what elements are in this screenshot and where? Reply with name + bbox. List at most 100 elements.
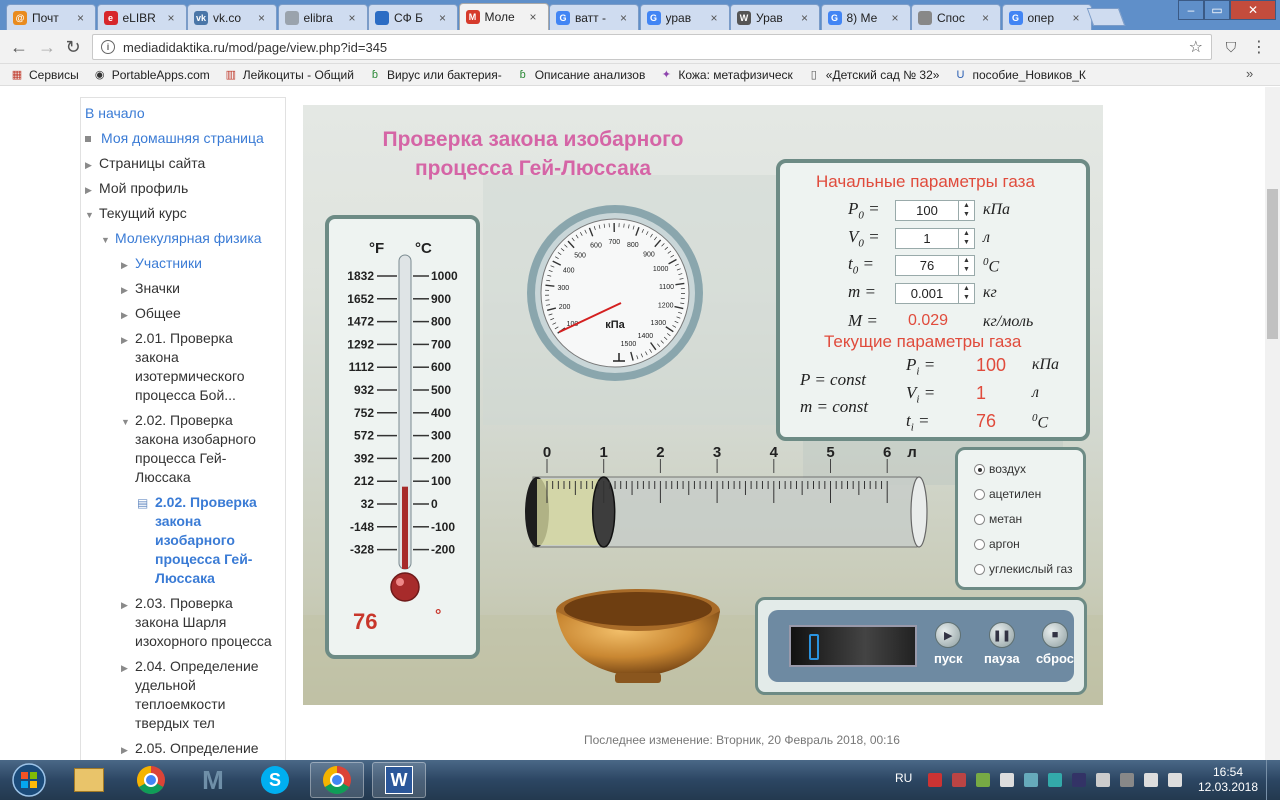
close-tab-icon[interactable]: ×	[711, 11, 723, 25]
new-tab-button[interactable]	[1086, 8, 1126, 26]
tray-icon-6[interactable]	[1048, 773, 1062, 787]
skype-taskbar-button[interactable]: S	[248, 762, 302, 798]
close-tab-icon[interactable]: ×	[77, 11, 89, 25]
volume-icon[interactable]	[1168, 773, 1182, 787]
tray-icon-5[interactable]	[1024, 773, 1038, 787]
minimize-button[interactable]: –	[1178, 0, 1204, 20]
spinner-up-icon[interactable]: ▲	[959, 284, 974, 293]
close-tab-icon[interactable]: ×	[801, 11, 813, 25]
expand-arrow-icon[interactable]: ▶	[121, 281, 135, 300]
site-info-icon[interactable]: i	[101, 40, 115, 54]
system-clock[interactable]: 16:54 12.03.2018	[1196, 765, 1260, 795]
collapse-arrow-icon[interactable]: ▼	[121, 413, 135, 432]
maxthon-taskbar-button[interactable]: M	[186, 762, 240, 798]
пуск-button[interactable]: ▶ пуск	[934, 622, 963, 666]
пауза-button[interactable]: ❚❚ пауза	[984, 622, 1020, 666]
spinner-down-icon[interactable]: ▼	[959, 238, 974, 247]
explorer-taskbar-button[interactable]	[62, 762, 116, 798]
collapse-arrow-icon[interactable]: ▼	[85, 206, 99, 225]
sidebar-item[interactable]: ▶ 2.03. Проверка закона Шарля изохорного пр…	[121, 594, 272, 651]
spinner-down-icon[interactable]: ▼	[959, 293, 974, 302]
address-bar[interactable]: i mediadidaktika.ru/mod/page/view.php?id…	[92, 34, 1212, 60]
show-desktop-button[interactable]	[1266, 760, 1280, 800]
start-button[interactable]	[2, 762, 56, 798]
radio-button[interactable]	[974, 538, 985, 550]
spinner-up-icon[interactable]: ▲	[959, 229, 974, 238]
spinner-arrows[interactable]: ▲ ▼	[958, 283, 974, 303]
sidebar-item[interactable]: ▼ 2.02. Проверка закона изобарного процесса…	[121, 411, 256, 487]
spinner-value[interactable]: 1	[896, 229, 958, 248]
bookmark-item[interactable]: ◉ PortableApps.com	[93, 68, 210, 82]
sidebar-item[interactable]: ▶ 2.05. Определение	[121, 739, 259, 760]
back-icon[interactable]: ←	[8, 36, 30, 58]
close-tab-icon[interactable]: ×	[168, 11, 180, 25]
gas-radio-option[interactable]: углекислый газ	[974, 562, 1073, 576]
gas-radio-option[interactable]: воздух	[974, 462, 1026, 476]
reload-icon[interactable]: ↻	[62, 36, 84, 58]
expand-arrow-icon[interactable]: ▶	[85, 181, 99, 200]
close-tab-icon[interactable]: ×	[982, 11, 994, 25]
spinner-arrows[interactable]: ▲ ▼	[958, 256, 974, 275]
gas-radio-option[interactable]: аргон	[974, 537, 1020, 551]
browser-tab[interactable]: М Моле ×	[458, 3, 549, 30]
сброс-button[interactable]: ■ сброс	[1036, 622, 1074, 666]
url-text[interactable]: mediadidaktika.ru/mod/page/view.php?id=3…	[123, 40, 1189, 55]
tray-icon-2[interactable]	[952, 773, 966, 787]
forward-icon[interactable]: →	[36, 36, 58, 58]
sidebar-item[interactable]: ▶ 2.04. Определение удельной теплоемкости тв…	[121, 657, 259, 733]
bookmark-item[interactable]: ɓ Описание анализов	[516, 68, 646, 82]
expand-arrow-icon[interactable]: ▶	[121, 659, 135, 678]
close-tab-icon[interactable]: ×	[349, 11, 361, 25]
tray-icon-3[interactable]	[976, 773, 990, 787]
browser-tab[interactable]: vk vk.co ×	[187, 4, 277, 30]
close-tab-icon[interactable]: ×	[620, 11, 632, 25]
browser-tab[interactable]: СФ Б ×	[368, 4, 458, 30]
tray-icon-1[interactable]	[928, 773, 942, 787]
bookmark-item[interactable]: ▥ Лейкоциты - Общий	[224, 68, 354, 82]
initial-param-spinner[interactable]: 0.001 ▲ ▼	[895, 282, 975, 304]
sidebar-item[interactable]: ▶ Мой профиль	[85, 179, 188, 200]
collapse-arrow-icon[interactable]: ▼	[101, 231, 115, 250]
sidebar-item[interactable]: ▶ Участники	[121, 254, 202, 275]
spinner-arrows[interactable]: ▲ ▼	[958, 228, 974, 248]
initial-param-spinner[interactable]: 100 ▲ ▼	[895, 200, 975, 221]
browser-tab[interactable]: Спос ×	[911, 4, 1001, 30]
stop-icon[interactable]: ■	[1042, 622, 1069, 648]
input-language[interactable]: RU	[895, 771, 912, 785]
browser-tab[interactable]: W Урав ×	[730, 4, 820, 30]
action-center-icon[interactable]	[1096, 773, 1110, 787]
printer-icon[interactable]	[1000, 773, 1014, 787]
radio-button[interactable]	[974, 563, 985, 575]
scroll-thumb[interactable]	[1267, 189, 1278, 339]
pause-icon[interactable]: ❚❚	[988, 622, 1015, 648]
menu-icon[interactable]: ⋮	[1248, 36, 1270, 58]
sidebar-item[interactable]: Моя домашняя страница	[85, 129, 264, 148]
sidebar-item[interactable]: ▼ Молекулярная физика	[101, 229, 262, 250]
sidebar-item[interactable]: ▶ Общее	[121, 304, 181, 325]
expand-arrow-icon[interactable]: ▶	[121, 256, 135, 275]
expand-arrow-icon[interactable]: ▶	[121, 741, 135, 760]
bookmark-item[interactable]: Uпособие_Новиков_К	[953, 68, 1085, 82]
tray-icon-7[interactable]	[1072, 773, 1086, 787]
spinner-value[interactable]: 0.001	[896, 284, 958, 303]
initial-param-spinner[interactable]: 76 ▲ ▼	[895, 255, 975, 276]
network-icon[interactable]	[1144, 773, 1158, 787]
browser-tab[interactable]: @ Почт ×	[6, 4, 96, 30]
tray-icon-9[interactable]	[1120, 773, 1134, 787]
bookmark-item[interactable]: ▦ Сервисы	[10, 68, 79, 82]
word-taskbar-button[interactable]: W	[372, 762, 426, 798]
expand-arrow-icon[interactable]: ▶	[121, 596, 135, 615]
browser-tab[interactable]: elibra ×	[277, 4, 368, 30]
close-tab-icon[interactable]: ×	[892, 11, 904, 25]
chrome-active-taskbar-button[interactable]	[310, 762, 364, 798]
spinner-up-icon[interactable]: ▲	[959, 256, 974, 265]
spinner-down-icon[interactable]: ▼	[959, 265, 974, 274]
page-scrollbar[interactable]	[1265, 87, 1280, 760]
bookmark-star-icon[interactable]: ☆	[1189, 37, 1203, 57]
spinner-arrows[interactable]: ▲ ▼	[958, 201, 974, 220]
expand-arrow-icon[interactable]: ▶	[85, 156, 99, 175]
browser-tab[interactable]: Gватт - ×	[549, 4, 639, 30]
gas-radio-option[interactable]: ацетилен	[974, 487, 1041, 501]
expand-arrow-icon[interactable]: ▶	[121, 331, 135, 350]
chrome-taskbar-button[interactable]	[124, 762, 178, 798]
